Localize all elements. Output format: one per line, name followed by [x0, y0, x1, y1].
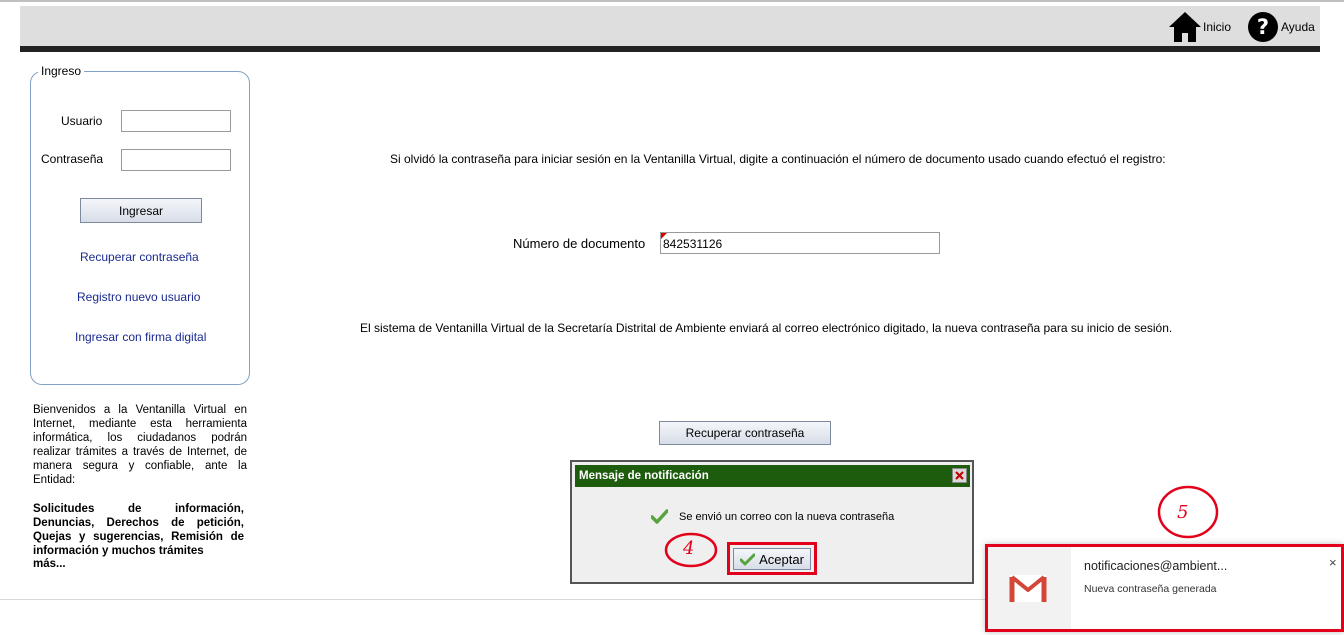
home-icon — [1169, 12, 1201, 42]
help-label: Ayuda — [1281, 20, 1315, 34]
login-legend: Ingreso — [38, 64, 85, 78]
check-icon — [651, 509, 668, 524]
welcome-more: más... — [33, 558, 66, 570]
password-input[interactable] — [121, 149, 231, 171]
close-icon — [955, 471, 964, 480]
help-icon: ? — [1248, 12, 1278, 42]
digital-signature-link[interactable]: Ingresar con firma digital — [75, 330, 206, 344]
login-button[interactable]: Ingresar — [80, 198, 202, 223]
dialog-title: Mensaje de notificación — [575, 465, 970, 487]
welcome-text: Bienvenidos a la Ventanilla Virtual en I… — [33, 404, 247, 486]
document-label: Número de documento — [513, 236, 646, 251]
svg-text:?: ? — [1257, 15, 1269, 39]
user-input[interactable] — [121, 110, 231, 132]
header-dark-strip — [20, 46, 1320, 52]
check-icon — [740, 553, 756, 565]
document-value: 842531126 — [663, 237, 723, 251]
home-label: Inicio — [1203, 20, 1232, 34]
user-label: Usuario — [61, 114, 103, 128]
dialog-close-button[interactable] — [952, 468, 967, 483]
header-bar — [20, 6, 1320, 46]
toast-highlight — [985, 544, 1344, 632]
document-input[interactable]: 842531126 — [660, 232, 940, 254]
home-link[interactable]: Inicio — [1168, 12, 1231, 42]
accept-label: Aceptar — [759, 551, 804, 567]
welcome-services: Solicitudes de información, Denuncias, D… — [33, 503, 244, 557]
help-link[interactable]: ? Ayuda — [1246, 12, 1315, 42]
password-label: Contraseña — [41, 152, 104, 166]
recover-password-button[interactable]: Recuperar contraseña — [659, 421, 831, 445]
instruction-text: Si olvidó la contraseña para iniciar ses… — [390, 152, 1166, 166]
accept-button[interactable]: Aceptar — [733, 548, 811, 570]
recover-password-link[interactable]: Recuperar contraseña — [80, 250, 199, 264]
dialog-message: Se envió un correo con la nueva contrase… — [679, 511, 895, 523]
footer-divider — [0, 599, 985, 600]
annotation-number-4: 4 — [683, 538, 695, 559]
info-text: El sistema de Ventanilla Virtual de la S… — [360, 321, 1173, 335]
annotation-number-5: 5 — [1177, 502, 1189, 523]
top-border — [0, 0, 1344, 2]
register-link[interactable]: Registro nuevo usuario — [77, 290, 200, 304]
